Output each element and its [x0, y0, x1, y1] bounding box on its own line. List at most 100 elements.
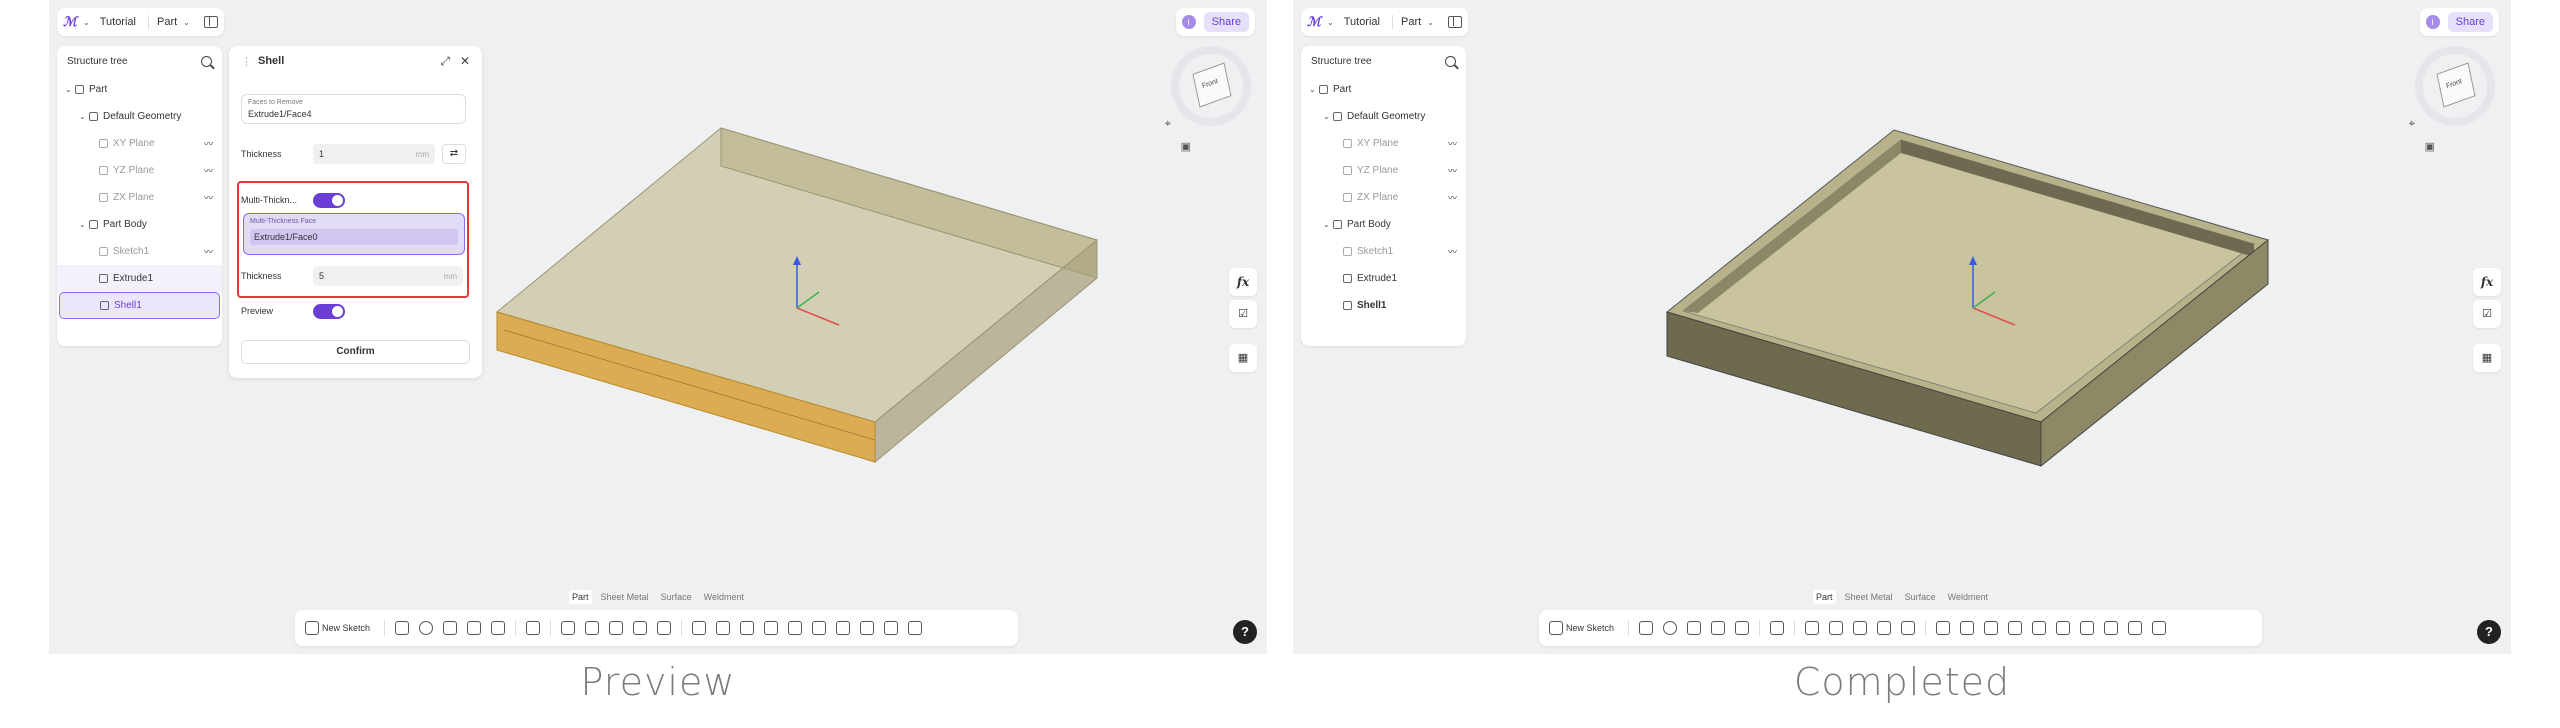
chevron-down-icon[interactable]: ⌄	[79, 220, 89, 229]
eye-closed-icon[interactable]: 〰	[1448, 137, 1457, 150]
mirror-icon[interactable]	[1960, 621, 1975, 635]
info-icon[interactable]: i	[1181, 15, 1196, 29]
thickness-input[interactable]: 1 mm	[313, 144, 435, 164]
new-sketch-button[interactable]: New Sketch	[1549, 621, 1614, 635]
view-cube[interactable]	[1171, 46, 1251, 136]
panel-toggle-icon[interactable]	[203, 16, 218, 28]
tree-item-sketch1[interactable]: Sketch1 〰	[57, 238, 222, 265]
tree-item-yz-plane[interactable]: YZ Plane 〰	[57, 157, 222, 184]
extrude-icon[interactable]	[395, 621, 410, 635]
delete-face-icon[interactable]	[2080, 621, 2095, 635]
formula-button[interactable]: fx	[1229, 268, 1257, 296]
tree-item-sketch1[interactable]: Sketch1 〰	[1301, 238, 1466, 265]
chevron-down-icon[interactable]: ⌄	[1309, 85, 1319, 94]
tree-item-zx-plane[interactable]: ZX Plane 〰	[1301, 184, 1466, 211]
breadcrumb-tutorial[interactable]: Tutorial	[1344, 16, 1380, 28]
tree-item-shell1[interactable]: Shell1	[59, 292, 220, 319]
share-button[interactable]: Share	[2447, 12, 2493, 32]
help-button[interactable]: ?	[1233, 620, 1257, 644]
faces-to-remove-field[interactable]: Faces to Remove Extrude1/Face4	[241, 94, 466, 124]
mirror-icon[interactable]	[716, 621, 731, 635]
search-icon[interactable]	[201, 55, 212, 67]
revolve-icon[interactable]	[419, 621, 434, 635]
preview-toggle[interactable]	[313, 303, 345, 319]
completed-3d-scene[interactable]	[1293, 0, 2511, 654]
multi-thickness-face-field[interactable]: Multi-Thickness Face Extrude1/Face0	[243, 213, 465, 255]
flip-direction-icon[interactable]: ⇄	[442, 144, 466, 164]
boolean-icon[interactable]	[764, 621, 779, 635]
split-icon[interactable]	[2032, 621, 2047, 635]
tab-weldment[interactable]: Weldment	[701, 590, 747, 604]
eye-closed-icon[interactable]: 〰	[1448, 164, 1457, 177]
thicken-icon[interactable]	[1901, 621, 1916, 635]
eye-closed-icon[interactable]: 〰	[204, 164, 213, 177]
delete-face-icon[interactable]	[836, 621, 851, 635]
breadcrumb-part[interactable]: Part	[157, 16, 177, 28]
revolve-icon[interactable]	[1663, 621, 1678, 635]
sweep-icon[interactable]	[443, 621, 458, 635]
chevron-down-icon[interactable]: ⌄	[1323, 112, 1333, 121]
plane-icon[interactable]	[884, 621, 899, 635]
chevron-down-icon[interactable]: ⌄	[183, 18, 190, 27]
table-icon[interactable]: ▦	[2473, 344, 2501, 372]
loft-icon[interactable]	[467, 621, 482, 635]
offset-face-icon[interactable]	[2104, 621, 2119, 635]
search-icon[interactable]	[1445, 55, 1456, 67]
mt-thickness-input[interactable]: 5 mm	[313, 266, 463, 286]
checklist-icon[interactable]: ☑	[1229, 300, 1257, 328]
multi-thickness-toggle[interactable]	[313, 192, 345, 208]
breadcrumb-tutorial[interactable]: Tutorial	[100, 16, 136, 28]
tab-part[interactable]: Part	[1813, 590, 1836, 604]
tree-item-xy-plane[interactable]: XY Plane 〰	[57, 130, 222, 157]
fit-view-icon[interactable]: ⌖	[1165, 118, 1171, 131]
tab-surface[interactable]: Surface	[658, 590, 695, 604]
chevron-down-icon[interactable]: ⌄	[83, 18, 90, 27]
fillet-icon[interactable]	[1805, 621, 1820, 635]
hole-icon[interactable]	[1770, 621, 1785, 635]
confirm-button[interactable]: Confirm	[241, 340, 470, 364]
tree-item-yz-plane[interactable]: YZ Plane 〰	[1301, 157, 1466, 184]
eye-closed-icon[interactable]: 〰	[1448, 245, 1457, 258]
checklist-icon[interactable]: ☑	[2473, 300, 2501, 328]
extrude-icon[interactable]	[1639, 621, 1654, 635]
tree-item-part-body[interactable]: ⌄ Part Body	[1301, 211, 1466, 238]
pattern-icon[interactable]	[1936, 621, 1951, 635]
chamfer-icon[interactable]	[585, 621, 600, 635]
eye-closed-icon[interactable]: 〰	[204, 245, 213, 258]
tree-item-xy-plane[interactable]: XY Plane 〰	[1301, 130, 1466, 157]
eye-closed-icon[interactable]: 〰	[1448, 191, 1457, 204]
app-logo-icon[interactable]: ℳ	[63, 15, 81, 29]
fillet-icon[interactable]	[561, 621, 576, 635]
tree-item-default-geometry[interactable]: ⌄ Default Geometry	[1301, 103, 1466, 130]
tree-item-part-body[interactable]: ⌄ Part Body	[57, 211, 222, 238]
rib-icon[interactable]	[491, 621, 506, 635]
library-icon[interactable]	[908, 621, 923, 635]
thicken-icon[interactable]	[657, 621, 672, 635]
tab-part[interactable]: Part	[569, 590, 592, 604]
boolean-icon[interactable]	[2008, 621, 2023, 635]
tree-item-extrude1[interactable]: Extrude1	[1301, 265, 1466, 292]
breadcrumb-part[interactable]: Part	[1401, 16, 1421, 28]
shell-icon[interactable]	[633, 621, 648, 635]
chevron-down-icon[interactable]: ⌄	[1427, 18, 1434, 27]
move-icon[interactable]	[740, 621, 755, 635]
view-cube[interactable]	[2415, 46, 2495, 136]
app-logo-icon[interactable]: ℳ	[1307, 15, 1325, 29]
chamfer-icon[interactable]	[1829, 621, 1844, 635]
loft-icon[interactable]	[1711, 621, 1726, 635]
help-button[interactable]: ?	[2477, 620, 2501, 644]
hole-icon[interactable]	[526, 621, 541, 635]
chevron-down-icon[interactable]: ⌄	[1327, 18, 1334, 27]
new-sketch-button[interactable]: New Sketch	[305, 621, 370, 635]
table-icon[interactable]: ▦	[1229, 344, 1257, 372]
tab-surface[interactable]: Surface	[1902, 590, 1939, 604]
close-icon[interactable]: ✕	[460, 54, 470, 69]
replace-face-icon[interactable]	[812, 621, 827, 635]
chevron-down-icon[interactable]: ⌄	[1323, 220, 1333, 229]
share-button[interactable]: Share	[1203, 12, 1249, 32]
pin-icon[interactable]: ⤢	[440, 54, 450, 69]
drag-handle-icon[interactable]: ⋮	[241, 55, 252, 68]
library-icon[interactable]	[2152, 621, 2167, 635]
tab-sheet-metal[interactable]: Sheet Metal	[1842, 590, 1896, 604]
tab-sheet-metal[interactable]: Sheet Metal	[598, 590, 652, 604]
